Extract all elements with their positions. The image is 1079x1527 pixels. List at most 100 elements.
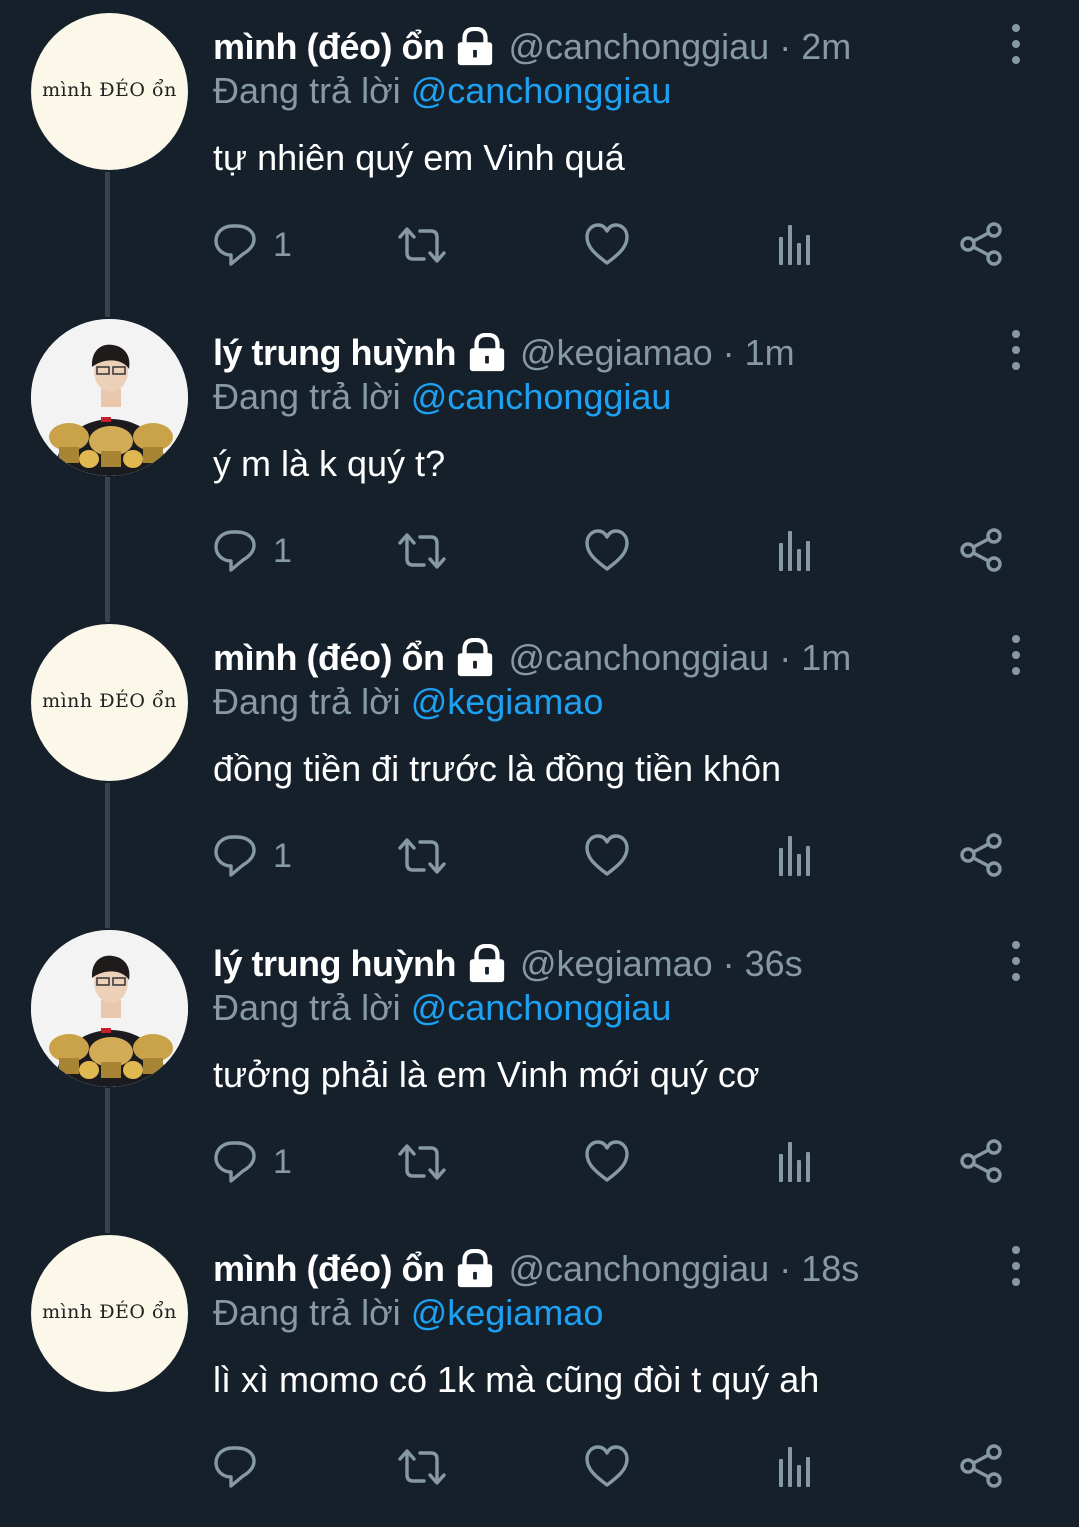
analytics-button[interactable] (777, 1137, 815, 1187)
minh-deo-on-avatar[interactable]: mình ĐÉO ổn (31, 13, 188, 170)
reply-icon (214, 1141, 256, 1183)
analytics-button[interactable] (777, 1442, 815, 1492)
retweet-button[interactable] (396, 831, 450, 881)
reply-to-handle[interactable]: @canchonggiau (411, 70, 672, 111)
tweet-header: mình (đéo) ổn @canchonggiau · 2m (213, 25, 851, 69)
like-button[interactable] (585, 1442, 631, 1492)
timestamp[interactable]: 18s (801, 1248, 859, 1290)
user-handle[interactable]: @kegiamao (520, 943, 713, 985)
more-options-icon[interactable] (1004, 939, 1028, 983)
heart-icon (585, 834, 629, 876)
more-options-icon[interactable] (1004, 1244, 1028, 1288)
separator-dot: · (722, 943, 735, 984)
timestamp[interactable]: 36s (745, 943, 803, 985)
tweet[interactable]: mình ĐÉO ổn mình (đéo) ổn @canchonggiau … (0, 0, 1079, 305)
ly-trung-huynh-avatar[interactable] (31, 319, 188, 476)
like-button[interactable] (585, 1137, 631, 1187)
display-name[interactable]: mình (đéo) ổn (213, 1248, 445, 1290)
tweet[interactable]: lý trung huỳnh @kegiamao · 1m Đang trả l… (0, 306, 1079, 611)
reply-to-handle[interactable]: @kegiamao (411, 681, 604, 722)
separator-dot: · (779, 26, 792, 67)
display-name[interactable]: mình (đéo) ổn (213, 26, 445, 68)
retweet-button[interactable] (396, 220, 450, 270)
reply-button[interactable]: 1 (213, 526, 292, 576)
more-options-icon[interactable] (1004, 328, 1028, 372)
profile-photo (31, 930, 188, 1087)
heart-icon (585, 223, 629, 265)
retweet-icon (398, 1144, 446, 1180)
tweet[interactable]: mình ĐÉO ổn mình (đéo) ổn @canchonggiau … (0, 611, 1079, 916)
user-handle[interactable]: @canchonggiau (508, 637, 769, 679)
reply-icon (214, 224, 256, 266)
share-icon (960, 1139, 1002, 1183)
analytics-button[interactable] (777, 831, 815, 881)
share-icon (960, 222, 1002, 266)
share-button[interactable] (959, 526, 1005, 576)
share-button[interactable] (959, 831, 1005, 881)
timestamp[interactable]: 1m (745, 332, 795, 374)
heart-icon (585, 1445, 629, 1487)
ly-trung-huynh-avatar[interactable] (31, 930, 188, 1087)
share-icon (960, 528, 1002, 572)
share-button[interactable] (959, 1137, 1005, 1187)
replying-to: Đang trả lời @kegiamao (213, 1292, 603, 1334)
like-button[interactable] (585, 220, 631, 270)
analytics-button[interactable] (777, 526, 815, 576)
tweet-actions (213, 1442, 1013, 1492)
reply-button[interactable]: 1 (213, 220, 292, 270)
reply-button[interactable]: 1 (213, 1137, 292, 1187)
tweet-text: ý m là k quý t? (213, 443, 446, 484)
tweet-actions: 1 (213, 526, 1013, 576)
more-options-icon[interactable] (1004, 22, 1028, 66)
replying-to: Đang trả lời @canchonggiau (213, 376, 671, 418)
heart-icon (585, 1140, 629, 1182)
share-button[interactable] (959, 220, 1005, 270)
lock-icon (466, 944, 508, 984)
reply-count: 1 (273, 836, 292, 875)
tweet-header: mình (đéo) ổn @canchonggiau · 1m (213, 636, 851, 680)
retweet-button[interactable] (396, 526, 450, 576)
lock-icon (454, 638, 496, 678)
user-handle[interactable]: @canchonggiau (508, 26, 769, 68)
avatar-text: mình ĐÉO ổn (42, 690, 177, 712)
share-icon (960, 1444, 1002, 1488)
reply-to-handle[interactable]: @kegiamao (411, 1292, 604, 1333)
reply-button[interactable] (213, 1442, 273, 1492)
minh-deo-on-avatar[interactable]: mình ĐÉO ổn (31, 1235, 188, 1392)
display-name[interactable]: lý trung huỳnh (213, 943, 456, 985)
replying-to-label: Đang trả lời (213, 376, 401, 417)
tweet[interactable]: lý trung huỳnh @kegiamao · 36s Đang trả … (0, 917, 1079, 1222)
analytics-icon (779, 225, 810, 265)
reply-to-handle[interactable]: @canchonggiau (411, 376, 672, 417)
minh-deo-on-avatar[interactable]: mình ĐÉO ổn (31, 624, 188, 781)
replying-to: Đang trả lời @canchonggiau (213, 987, 671, 1029)
analytics-icon (779, 1447, 810, 1487)
tweet-text: tưởng phải là em Vinh mới quý cơ (213, 1054, 760, 1095)
analytics-button[interactable] (777, 220, 815, 270)
retweet-icon (398, 227, 446, 263)
retweet-icon (398, 533, 446, 569)
timestamp[interactable]: 2m (801, 26, 851, 68)
share-icon (960, 833, 1002, 877)
display-name[interactable]: lý trung huỳnh (213, 332, 456, 374)
reply-icon (214, 530, 256, 572)
display-name[interactable]: mình (đéo) ổn (213, 637, 445, 679)
reply-to-handle[interactable]: @canchonggiau (411, 987, 672, 1028)
reply-button[interactable]: 1 (213, 831, 292, 881)
timestamp[interactable]: 1m (801, 637, 851, 679)
user-handle[interactable]: @canchonggiau (508, 1248, 769, 1290)
lock-icon (466, 333, 508, 373)
lock-icon (454, 1249, 496, 1289)
like-button[interactable] (585, 526, 631, 576)
tweet[interactable]: mình ĐÉO ổn mình (đéo) ổn @canchonggiau … (0, 1222, 1079, 1527)
replying-to: Đang trả lời @kegiamao (213, 681, 603, 723)
more-options-icon[interactable] (1004, 633, 1028, 677)
share-button[interactable] (959, 1442, 1005, 1492)
like-button[interactable] (585, 831, 631, 881)
reply-count: 1 (273, 225, 292, 264)
user-handle[interactable]: @kegiamao (520, 332, 713, 374)
reply-icon (214, 835, 256, 877)
retweet-button[interactable] (396, 1137, 450, 1187)
lock-icon (454, 27, 496, 67)
retweet-button[interactable] (396, 1442, 450, 1492)
